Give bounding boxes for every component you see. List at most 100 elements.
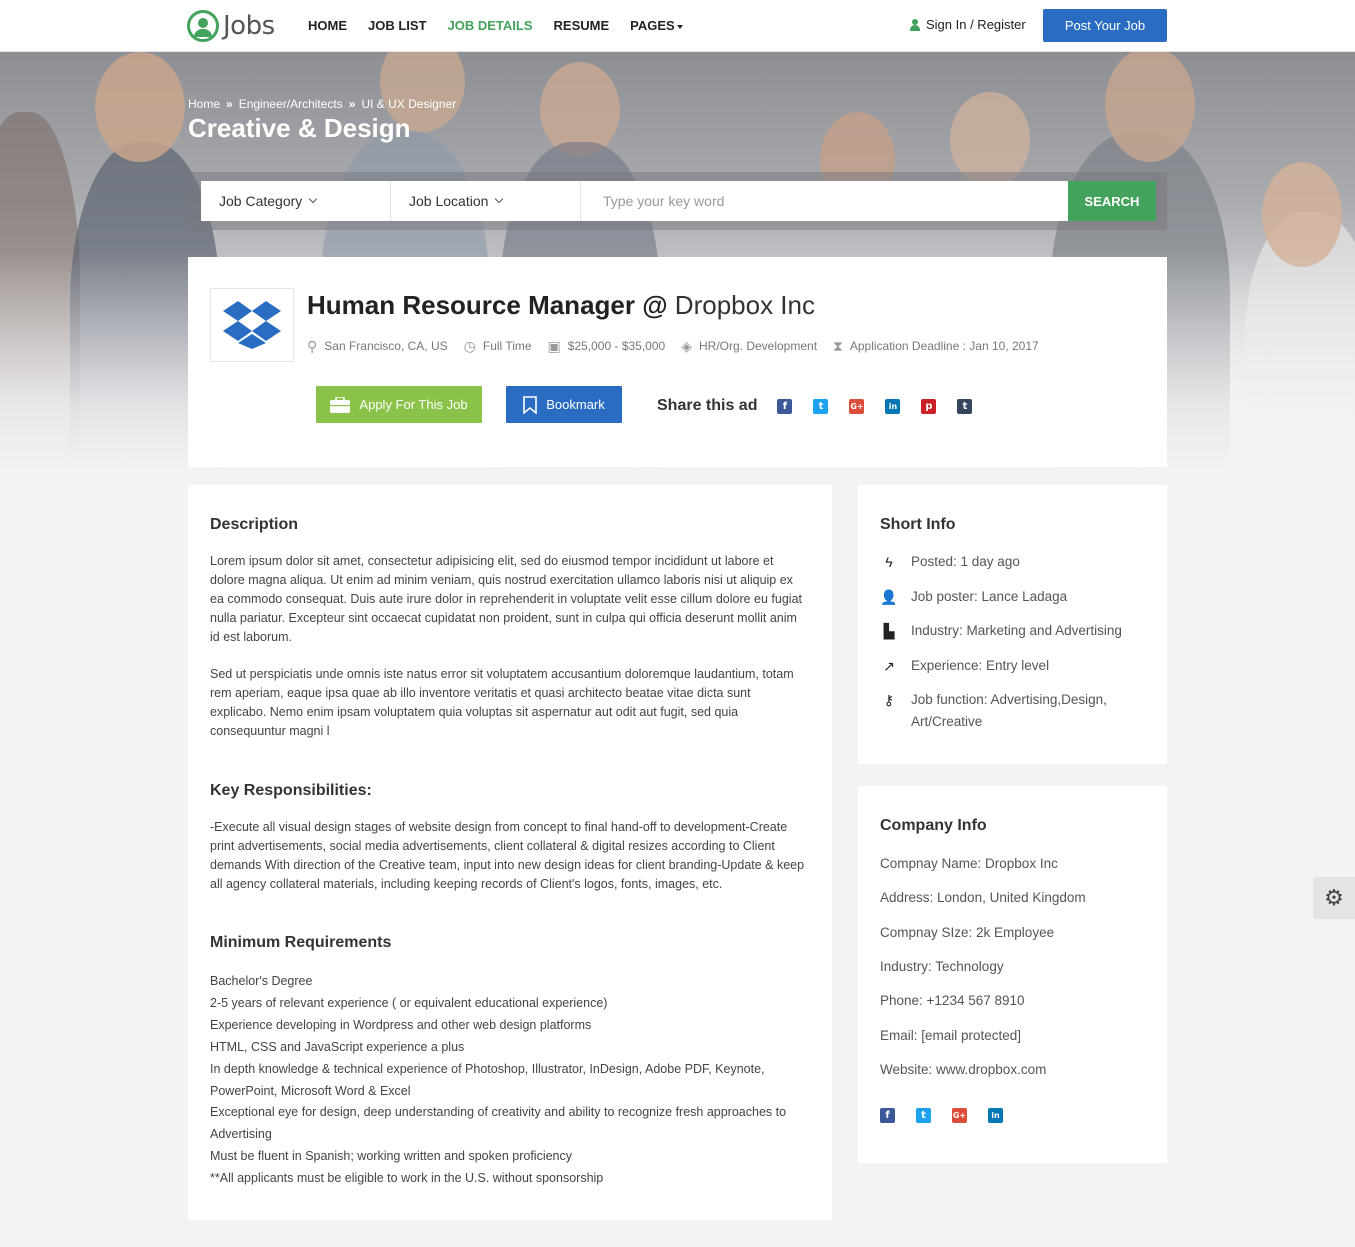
search-bar: Job Category Job Location Type your key … [201, 181, 1156, 221]
job-type: ◷ Full Time [464, 339, 532, 353]
twitter-icon[interactable]: t [813, 398, 829, 414]
job-location-text: San Francisco, CA, US [324, 339, 448, 353]
requirement-item: **All applicants must be eligible to wor… [210, 1171, 604, 1186]
breadcrumb-category[interactable]: Engineer/Architects [239, 97, 343, 111]
nav-home[interactable]: HOME [308, 18, 347, 33]
bg-face [1105, 52, 1195, 162]
job-category-label: Job Category [219, 193, 303, 209]
signin-link[interactable]: Sign In / Register [910, 17, 1026, 32]
job-category-text: HR/Org. Development [698, 339, 818, 353]
info-function-text: Job function: Advertising,Design, Art/Cr… [911, 692, 1107, 729]
job-category-select[interactable]: Job Category [201, 181, 391, 221]
share-bar: Share this ad f t G+ in p t [657, 397, 993, 415]
description-paragraph-1: Lorem ipsum dolor sit amet, consectetur … [210, 554, 802, 644]
job-location: ⚲ San Francisco, CA, US [307, 339, 448, 353]
tumblr-icon[interactable]: t [957, 398, 973, 414]
job-deadline-text: Application Deadline : Jan 10, 2017 [849, 339, 1039, 353]
google-plus-icon[interactable]: G+ [952, 1108, 967, 1123]
tags-icon: ◈ [681, 338, 692, 354]
settings-gear-button[interactable]: ⚙ [1313, 877, 1355, 919]
user-plus-icon: 👤 [880, 589, 898, 605]
info-industry-text: Industry: Marketing and Advertising [911, 623, 1122, 638]
requirement-item: Must be fluent in Spanish; working writt… [210, 1149, 572, 1164]
short-info-card: Short Info ϟ Posted: 1 day ago 👤 Job poste… [858, 485, 1167, 764]
job-title-text: Human Resource Manager @ [307, 290, 668, 320]
info-experience-text: Experience: Entry level [911, 658, 1050, 673]
linkedin-icon[interactable]: in [885, 398, 901, 414]
logo-text: Jobs [223, 11, 275, 41]
key-icon: ⚷ [883, 692, 895, 708]
google-plus-icon[interactable]: G+ [849, 398, 865, 414]
apply-button[interactable]: Apply For This Job [316, 386, 482, 423]
company-email[interactable]: Email: [email protected] [880, 1028, 1021, 1043]
share-label: Share this ad [657, 397, 758, 414]
main-nav: HOME JOB LIST JOB DETAILS RESUME PAGES [308, 18, 683, 33]
requirement-item: Experience developing in Wordpress and o… [210, 1017, 592, 1032]
bookmark-button[interactable]: Bookmark [506, 386, 622, 423]
short-info-title: Short Info [880, 516, 956, 533]
industry-icon: ▙ [883, 623, 895, 639]
info-posted-text: Posted: 1 day ago [911, 554, 1020, 569]
line-chart-icon: ↗ [883, 658, 895, 674]
linkedin-icon[interactable]: in [988, 1108, 1003, 1123]
logo-icon [187, 10, 219, 42]
bolt-icon: ϟ [885, 554, 893, 570]
job-category: ◈ HR/Org. Development [681, 339, 817, 353]
chevron-right-icon: » [348, 97, 356, 111]
money-icon: ▣ [547, 338, 561, 354]
search-button[interactable]: SEARCH [1068, 181, 1156, 221]
chevron-down-icon [495, 194, 504, 204]
chevron-right-icon: » [226, 97, 233, 111]
job-type-text: Full Time [482, 339, 532, 353]
top-navbar: Jobs HOME JOB LIST JOB DETAILS RESUME PA… [0, 0, 1355, 52]
requirement-item: 2-5 years of relevant experience ( or eq… [210, 995, 608, 1010]
company-industry: Industry: Technology [880, 959, 1004, 974]
requirements-list: Bachelor's Degree 2-5 years of relevant … [210, 971, 810, 1190]
job-company: Dropbox Inc [674, 290, 815, 320]
nav-pages-label: PAGES [630, 18, 675, 33]
pinterest-icon[interactable]: p [921, 398, 937, 414]
signin-label: Sign In / Register [926, 17, 1026, 32]
breadcrumb-current: UI & UX Designer [361, 97, 457, 111]
breadcrumb-home[interactable]: Home [188, 97, 220, 111]
map-marker-icon: ⚲ [307, 338, 318, 354]
company-name: Compnay Name: Dropbox Inc [880, 856, 1058, 871]
job-location-select[interactable]: Job Location [391, 181, 581, 221]
info-poster-text: Job poster: Lance Ladaga [911, 589, 1068, 604]
facebook-icon[interactable]: f [880, 1108, 895, 1123]
clock-icon: ◷ [463, 338, 476, 354]
caret-down-icon [676, 24, 683, 29]
job-salary-text: $25,000 - $35,000 [567, 339, 666, 353]
description-card: Description Lorem ipsum dolor sit amet, … [188, 485, 832, 1220]
chevron-down-icon [309, 194, 318, 204]
requirements-title: Minimum Requirements [210, 934, 392, 951]
job-location-label: Job Location [409, 193, 489, 209]
nav-job-list[interactable]: JOB LIST [368, 18, 427, 33]
nav-pages[interactable]: PAGES [630, 18, 683, 33]
job-meta: ⚲ San Francisco, CA, US ◷ Full Time ▣ $25,0… [307, 339, 1039, 353]
job-title: Human Resource Manager @ Dropbox Inc [307, 290, 815, 321]
keyword-input[interactable]: Type your key word [581, 181, 1068, 221]
facebook-icon[interactable]: f [777, 398, 793, 414]
company-logo [210, 288, 294, 362]
nav-job-details[interactable]: JOB DETAILS [448, 18, 533, 33]
job-salary: ▣ $25,000 - $35,000 [548, 339, 666, 353]
info-experience: ↗ Experience: Entry level [880, 655, 1150, 677]
site-logo[interactable]: Jobs [187, 10, 275, 42]
hourglass-icon: ⧗ [833, 338, 843, 354]
description-title: Description [210, 516, 299, 533]
company-website[interactable]: Website: www.dropbox.com [880, 1062, 1046, 1077]
bookmark-label: Bookmark [546, 397, 605, 412]
company-phone: Phone: +1234 567 8910 [880, 993, 1025, 1008]
info-function: ⚷ Job function: Advertising,Design, Art/C… [880, 689, 1150, 733]
bg-face [95, 52, 185, 162]
requirement-item: In depth knowledge & technical experienc… [210, 1061, 765, 1098]
post-job-button[interactable]: Post Your Job [1043, 9, 1167, 42]
company-info-card: Company Info Compnay Name: Dropbox Inc A… [858, 786, 1167, 1163]
breadcrumb: Home » Engineer/Architects » UI & UX Des… [188, 97, 456, 111]
briefcase-icon [330, 396, 351, 413]
company-social: f t G+ in [880, 1108, 1024, 1123]
nav-resume[interactable]: RESUME [554, 18, 610, 33]
twitter-icon[interactable]: t [916, 1108, 931, 1123]
user-icon [910, 18, 920, 31]
